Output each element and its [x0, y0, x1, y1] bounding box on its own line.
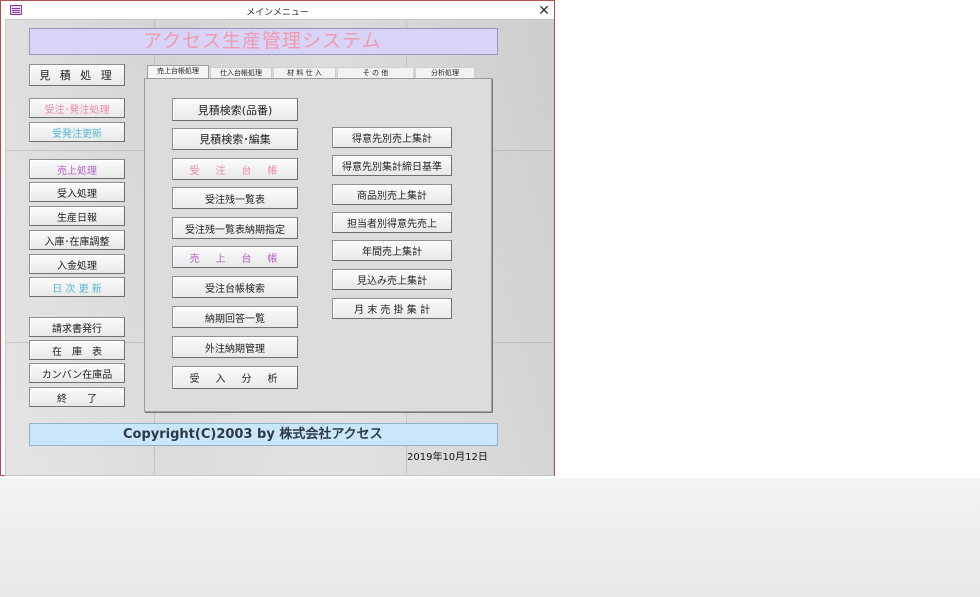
- kanban-button[interactable]: カンバン在庫品: [29, 363, 125, 383]
- close-icon[interactable]: ✕: [535, 2, 553, 20]
- estimate-search-edit-button[interactable]: 見積検索･編集: [172, 128, 298, 150]
- outsource-due-button[interactable]: 外注納期管理: [172, 336, 298, 358]
- system-title-banner: アクセス生産管理システム: [29, 28, 498, 55]
- order-backlog-due-button[interactable]: 受注残一覧表納期指定: [172, 217, 298, 239]
- sales-by-product-button[interactable]: 商品別売上集計: [332, 184, 452, 205]
- tab-analysis[interactable]: 分析処理: [415, 67, 475, 78]
- due-reply-list-button[interactable]: 納期回答一覧: [172, 306, 298, 328]
- main-menu-window: メインメニュー ✕ アクセス生産管理システム 見 積 処 理 受注･発注処理 受…: [0, 0, 555, 476]
- order-ledger-search-button[interactable]: 受注台帳検索: [172, 276, 298, 298]
- annual-sales-button[interactable]: 年間売上集計: [332, 240, 452, 261]
- forecast-sales-button[interactable]: 見込み売上集計: [332, 269, 452, 290]
- sales-by-customer-button[interactable]: 得意先別売上集計: [332, 127, 452, 148]
- estimate-search-part-button[interactable]: 見積検索(品番): [172, 98, 298, 121]
- tab-materials[interactable]: 材 料 仕 入: [273, 67, 336, 78]
- estimate-button[interactable]: 見 積 処 理: [29, 64, 125, 86]
- inventory-button[interactable]: 在 庫 表: [29, 340, 125, 360]
- title-bar: メインメニュー ✕: [1, 1, 554, 21]
- current-date: 2019年10月12日: [407, 452, 488, 463]
- sales-ledger-button[interactable]: 売 上 台 帳: [172, 246, 298, 268]
- tab-sales-ledger[interactable]: 売上台帳処理: [147, 65, 209, 79]
- order-ledger-button[interactable]: 受 注 台 帳: [172, 158, 298, 180]
- exit-button[interactable]: 終 了: [29, 387, 125, 407]
- stock-adjust-button[interactable]: 入庫･在庫調整: [29, 230, 125, 250]
- tab-purchase-ledger[interactable]: 仕入台帳処理: [210, 67, 272, 78]
- sales-by-staff-button[interactable]: 担当者別得意先売上: [332, 212, 452, 233]
- production-daily-button[interactable]: 生産日報: [29, 206, 125, 226]
- sales-button[interactable]: 売上処理: [29, 159, 125, 179]
- receiving-button[interactable]: 受入処理: [29, 182, 125, 202]
- invoice-button[interactable]: 請求書発行: [29, 317, 125, 337]
- window-title: メインメニュー: [246, 8, 309, 18]
- customer-closing-button[interactable]: 得意先別集計締日基準: [332, 155, 452, 176]
- month-end-button[interactable]: 月 末 売 掛 集 計: [332, 298, 452, 319]
- receipt-analysis-button[interactable]: 受 入 分 析: [172, 366, 298, 389]
- daily-update-button[interactable]: 日 次 更 新: [29, 277, 125, 297]
- copyright-bar: Copyright(C)2003 by 株式会社アクセス: [29, 423, 498, 446]
- tab-other[interactable]: そ の 他: [337, 67, 414, 78]
- order-issue-button[interactable]: 受注･発注処理: [29, 98, 125, 118]
- order-backlog-button[interactable]: 受注残一覧表: [172, 187, 298, 209]
- desktop-background: [0, 478, 980, 597]
- payment-button[interactable]: 入金処理: [29, 254, 125, 274]
- order-update-button[interactable]: 受発注更新: [29, 122, 125, 142]
